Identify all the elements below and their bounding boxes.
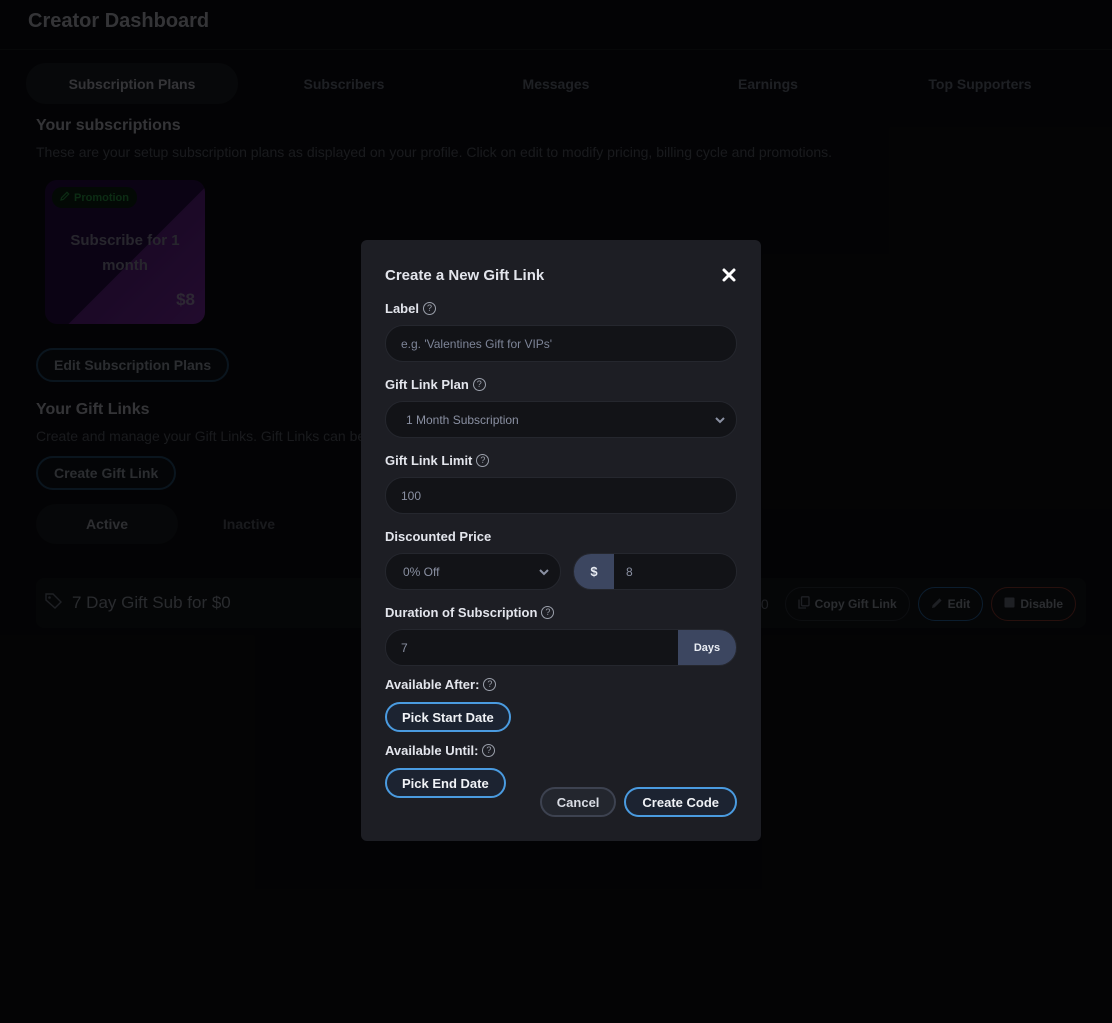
gift-link-limit-input[interactable]: 100 xyxy=(385,477,737,514)
limit-field-label: Gift Link Limit ? xyxy=(385,452,737,468)
plan-field-label: Gift Link Plan ? xyxy=(385,376,737,392)
duration-field-label: Duration of Subscription ? xyxy=(385,604,737,620)
create-gift-link-modal: Create a New Gift Link Label ? e.g. 'Val… xyxy=(361,240,761,841)
modal-footer: Cancel Create Code xyxy=(539,787,737,817)
cancel-button[interactable]: Cancel xyxy=(539,787,617,817)
duration-group: 7 Days xyxy=(385,629,737,666)
available-after-title: Available After: xyxy=(385,676,480,692)
duration-input[interactable]: 7 xyxy=(386,630,678,665)
close-icon xyxy=(721,268,737,287)
available-until-label: Available Until: ? xyxy=(385,742,737,758)
label-field-title: Label xyxy=(385,300,419,316)
modal-title: Create a New Gift Link xyxy=(385,266,545,284)
pick-start-date-button[interactable]: Pick Start Date xyxy=(385,702,511,732)
pick-end-date-button[interactable]: Pick End Date xyxy=(385,768,506,798)
currency-addon: $ xyxy=(574,554,614,589)
help-icon[interactable]: ? xyxy=(476,453,490,467)
help-icon[interactable]: ? xyxy=(472,377,486,391)
discount-field-title: Discounted Price xyxy=(385,528,492,544)
gift-link-plan-select[interactable]: 1 Month Subscription xyxy=(385,401,737,438)
discount-percent-value: 0% Off xyxy=(403,564,440,579)
available-after-label: Available After: ? xyxy=(385,676,737,692)
discounted-price-input[interactable]: 8 xyxy=(614,554,736,589)
create-code-button[interactable]: Create Code xyxy=(624,787,737,817)
label-input[interactable]: e.g. 'Valentines Gift for VIPs' xyxy=(385,325,737,362)
chevron-down-icon xyxy=(714,414,726,426)
chevron-down-icon xyxy=(538,566,550,578)
duration-unit-addon: Days xyxy=(678,630,736,665)
help-icon[interactable]: ? xyxy=(483,677,497,691)
help-icon[interactable]: ? xyxy=(541,605,555,619)
label-field-label: Label ? xyxy=(385,300,737,316)
close-button[interactable] xyxy=(721,267,737,283)
duration-field-title: Duration of Subscription xyxy=(385,604,538,620)
discount-row: 0% Off $ 8 xyxy=(385,553,737,590)
help-icon[interactable]: ? xyxy=(422,301,436,315)
discounted-price-group: $ 8 xyxy=(573,553,737,590)
help-icon[interactable]: ? xyxy=(482,743,496,757)
gift-link-plan-value: 1 Month Subscription xyxy=(406,412,519,427)
modal-header: Create a New Gift Link xyxy=(385,264,737,286)
available-until-title: Available Until: xyxy=(385,742,479,758)
plan-field-title: Gift Link Plan xyxy=(385,376,469,392)
discount-field-label: Discounted Price xyxy=(385,528,737,544)
limit-field-title: Gift Link Limit xyxy=(385,452,473,468)
discount-percent-select[interactable]: 0% Off xyxy=(385,553,561,590)
